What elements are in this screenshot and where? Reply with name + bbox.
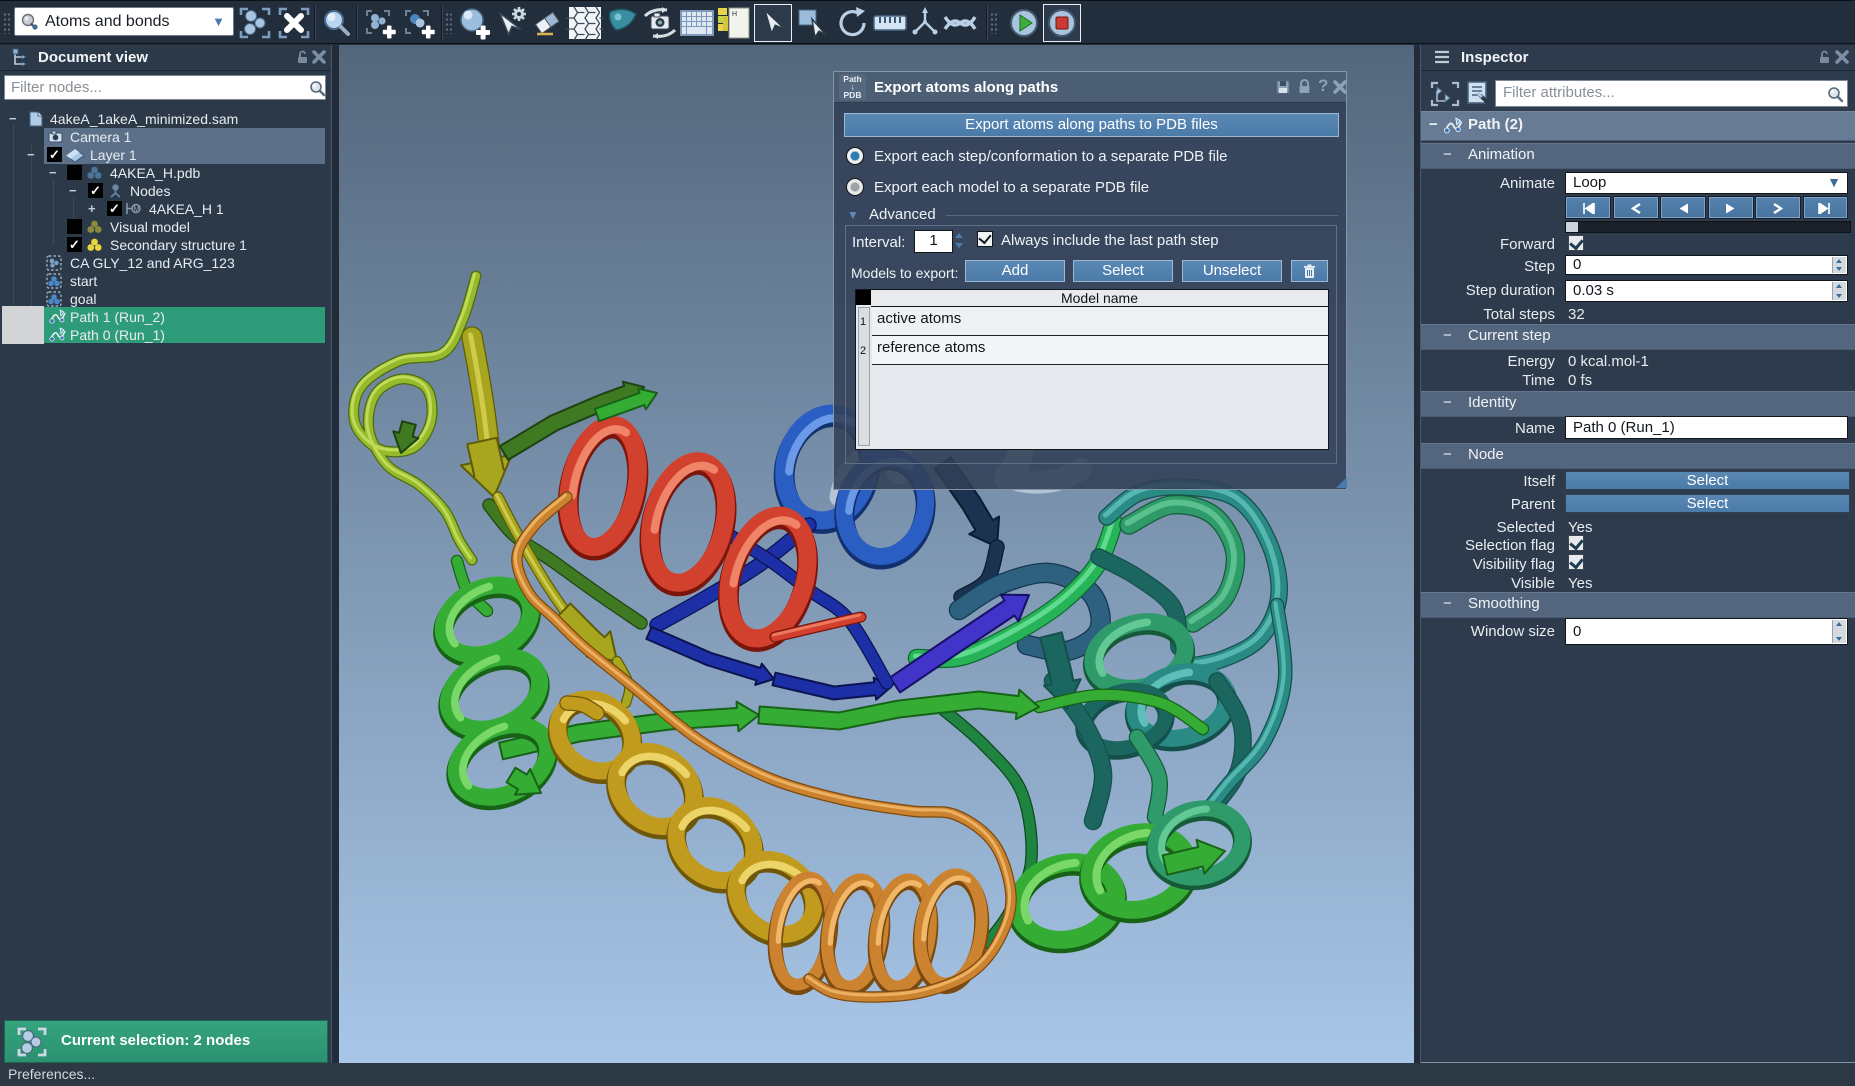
svg-text:PDB: PDB [844, 90, 862, 100]
svg-text:H: H [732, 11, 737, 18]
svg-text:M: M [133, 204, 140, 213]
